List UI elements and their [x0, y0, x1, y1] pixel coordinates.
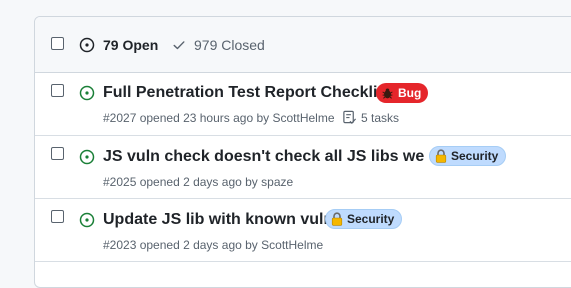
issue-title-link[interactable]: Update JS lib with known vuln [103, 211, 333, 229]
issue-meta: #2027 opened 23 hours ago by ScottHelme [103, 111, 335, 125]
lock-emoji-icon [435, 149, 447, 163]
issue-open-icon [79, 85, 95, 101]
issue-meta-text: #2027 opened 23 hours ago by [103, 111, 270, 125]
issue-author-link[interactable]: spaze [261, 175, 293, 189]
label-bug[interactable]: Bug [376, 83, 429, 103]
issue-row: Full Penetration Test Report Checklist B… [35, 73, 571, 136]
issue-meta-text: #2023 opened 2 days ago by [103, 238, 258, 252]
issue-meta: #2023 opened 2 days ago by ScottHelme [103, 238, 323, 252]
lock-emoji-icon [331, 212, 343, 226]
issue-author-link[interactable]: ScottHelme [273, 111, 335, 125]
label-text: Security [347, 212, 395, 226]
check-icon [173, 41, 185, 50]
issue-open-icon [79, 149, 95, 165]
issue-title-link[interactable]: JS vuln check doesn't check all JS libs … [103, 148, 456, 166]
issue-title-link[interactable]: Full Penetration Test Report Checklist [103, 84, 392, 102]
issue-meta: #2025 opened 2 days ago by spaze [103, 175, 293, 189]
label-text: Security [451, 149, 499, 163]
label-text: Bug [398, 86, 422, 100]
issue-meta-text: #2025 opened 2 days ago by [103, 175, 258, 189]
issue-opened-icon [79, 37, 95, 53]
bug-emoji-icon [382, 87, 393, 99]
issue-row: Update JS lib with known vuln Security #… [35, 199, 571, 262]
label-security[interactable]: Security [325, 209, 403, 229]
task-count[interactable]: 5 tasks [361, 111, 399, 125]
open-issues-tab[interactable]: 79 Open [103, 37, 158, 53]
tasklist-icon [343, 110, 357, 125]
label-security[interactable]: Security [429, 146, 507, 166]
issue-select-checkbox[interactable] [51, 84, 64, 97]
issue-open-icon [79, 212, 95, 228]
issue-select-checkbox[interactable] [51, 210, 64, 223]
issue-author-link[interactable]: ScottHelme [261, 238, 323, 252]
issues-list-box: 79 Open 979 Closed Full Penetration Test… [34, 16, 571, 288]
issues-list-header: 79 Open 979 Closed [35, 17, 571, 73]
closed-issues-tab[interactable]: 979 Closed [194, 37, 265, 53]
issue-select-checkbox[interactable] [51, 147, 64, 160]
issue-row: JS vuln check doesn't check all JS libs … [35, 136, 571, 199]
select-all-checkbox[interactable] [51, 37, 64, 50]
